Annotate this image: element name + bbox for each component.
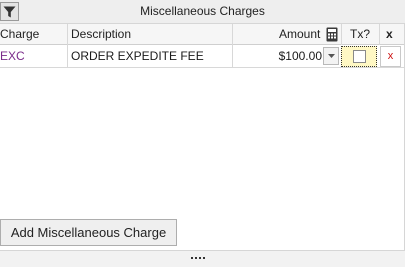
column-divider (232, 24, 233, 45)
column-divider (232, 45, 233, 67)
column-divider (67, 45, 68, 67)
grid-header: Charge Description Amount Tx? x (0, 24, 405, 45)
column-header-charge[interactable]: Charge (0, 24, 39, 45)
bottom-bar (0, 250, 405, 267)
chevron-down-icon (327, 54, 335, 58)
resize-grip-icon[interactable] (191, 257, 205, 259)
description-cell[interactable]: ORDER EXPEDITE FEE (71, 45, 204, 67)
column-divider (341, 24, 342, 45)
add-miscellaneous-charge-button[interactable]: Add Miscellaneous Charge (0, 219, 177, 246)
charge-code-cell[interactable]: EXC (0, 45, 25, 67)
column-header-tx[interactable]: Tx? (350, 24, 370, 45)
amount-cell[interactable]: $100.00 (236, 45, 322, 67)
panel-title-bar: Miscellaneous Charges (0, 0, 405, 24)
calculator-icon[interactable] (326, 27, 338, 42)
column-header-amount[interactable]: Amount (279, 24, 320, 45)
delete-row-button[interactable]: x (380, 46, 401, 67)
panel-title: Miscellaneous Charges (140, 4, 265, 18)
tx-cell[interactable] (341, 46, 377, 67)
filter-icon (3, 6, 16, 17)
column-header-delete: x (386, 27, 393, 41)
taxable-checkbox[interactable] (352, 50, 366, 63)
column-divider (67, 24, 68, 45)
column-header-description[interactable]: Description (71, 24, 131, 45)
table-row[interactable]: EXC ORDER EXPEDITE FEE $100.00 x (0, 45, 405, 68)
column-divider (379, 24, 380, 45)
filter-button[interactable] (0, 2, 19, 21)
amount-dropdown-button[interactable] (323, 47, 339, 65)
